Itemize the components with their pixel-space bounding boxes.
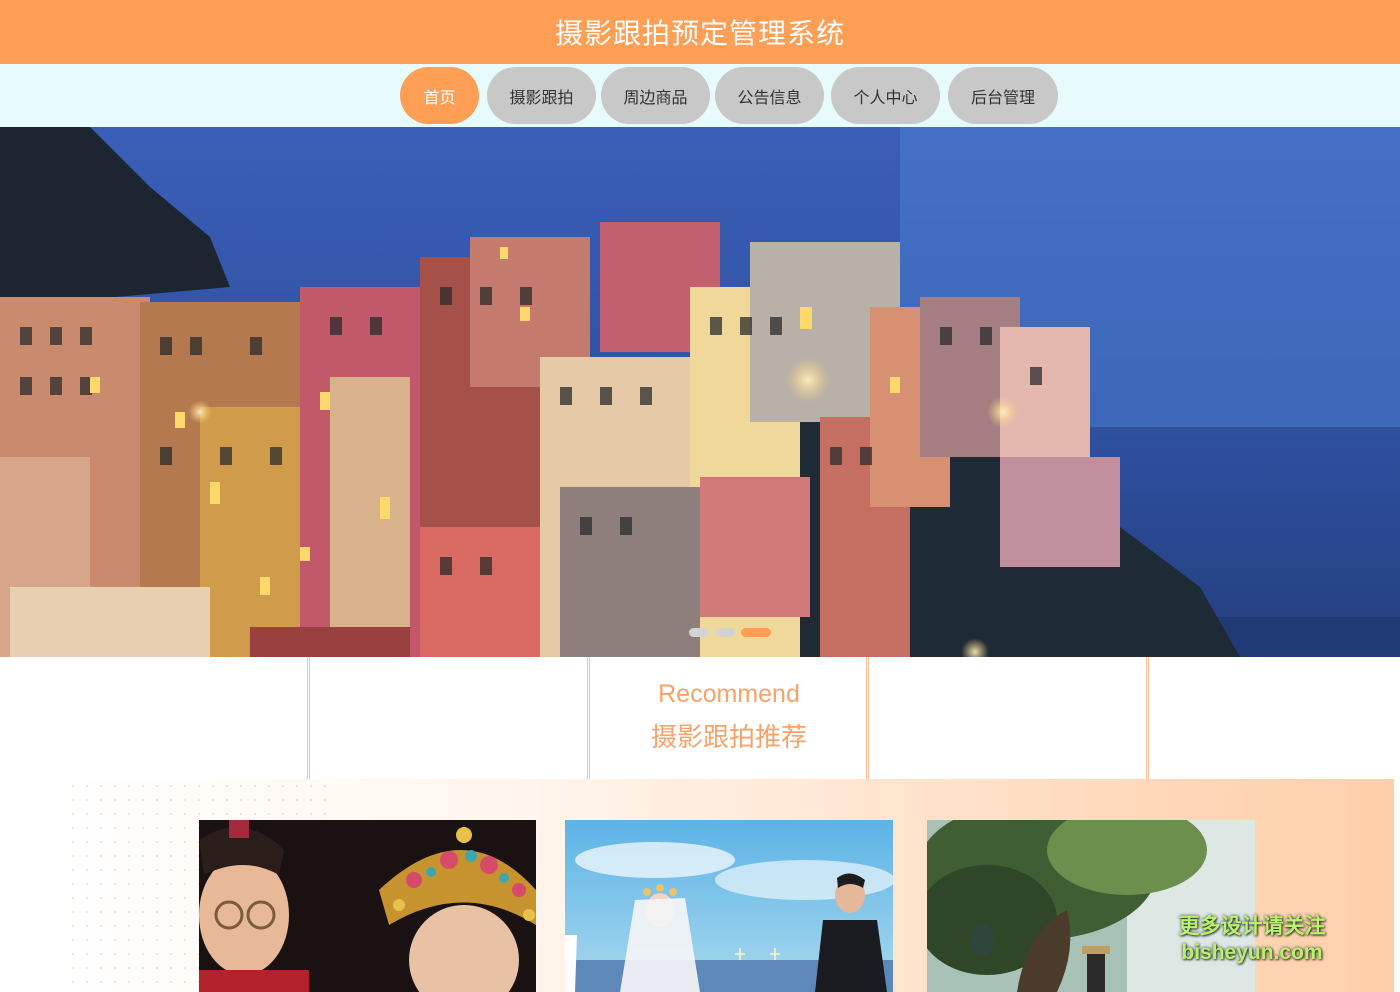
section-title-en: Recommend	[658, 680, 800, 708]
site-header: 摄影跟拍预定管理系统	[0, 0, 1400, 64]
divider	[307, 657, 310, 779]
recommend-card-2[interactable]	[565, 820, 893, 992]
carousel-indicators	[689, 628, 771, 638]
nav-item-admin[interactable]: 后台管理	[948, 67, 1058, 124]
recommend-card-3[interactable]	[927, 820, 1255, 992]
site-title: 摄影跟拍预定管理系统	[554, 18, 845, 49]
watermark-line-2: bisheyun.com	[1181, 941, 1323, 964]
nav-item-personal-center[interactable]: 个人中心	[831, 67, 940, 124]
card-image	[565, 820, 893, 992]
card-image	[927, 820, 1255, 992]
carousel-dot-2[interactable]	[715, 628, 735, 637]
watermark: 更多设计请关注 bisheyun.com	[1170, 914, 1334, 966]
nav-item-announcements[interactable]: 公告信息	[715, 67, 824, 124]
section-title-zh: 摄影跟拍推荐	[650, 722, 807, 752]
recommend-section-header: Recommend 摄影跟拍推荐	[0, 657, 1400, 779]
main-nav: 首页 摄影跟拍 周边商品 公告信息 个人中心 后台管理	[0, 64, 1400, 127]
carousel-dot-1[interactable]	[689, 628, 709, 637]
watermark-line-1: 更多设计请关注	[1178, 915, 1326, 938]
recommend-card-1[interactable]	[199, 820, 536, 992]
nav-item-photo-follow[interactable]: 摄影跟拍	[487, 67, 596, 124]
banner-image	[0, 127, 1400, 657]
divider	[1146, 657, 1149, 779]
nav-item-products[interactable]: 周边商品	[601, 67, 710, 124]
nav-item-home[interactable]: 首页	[400, 67, 479, 124]
banner-carousel[interactable]	[0, 127, 1400, 657]
card-image	[199, 820, 536, 992]
carousel-dot-3[interactable]	[741, 628, 771, 637]
